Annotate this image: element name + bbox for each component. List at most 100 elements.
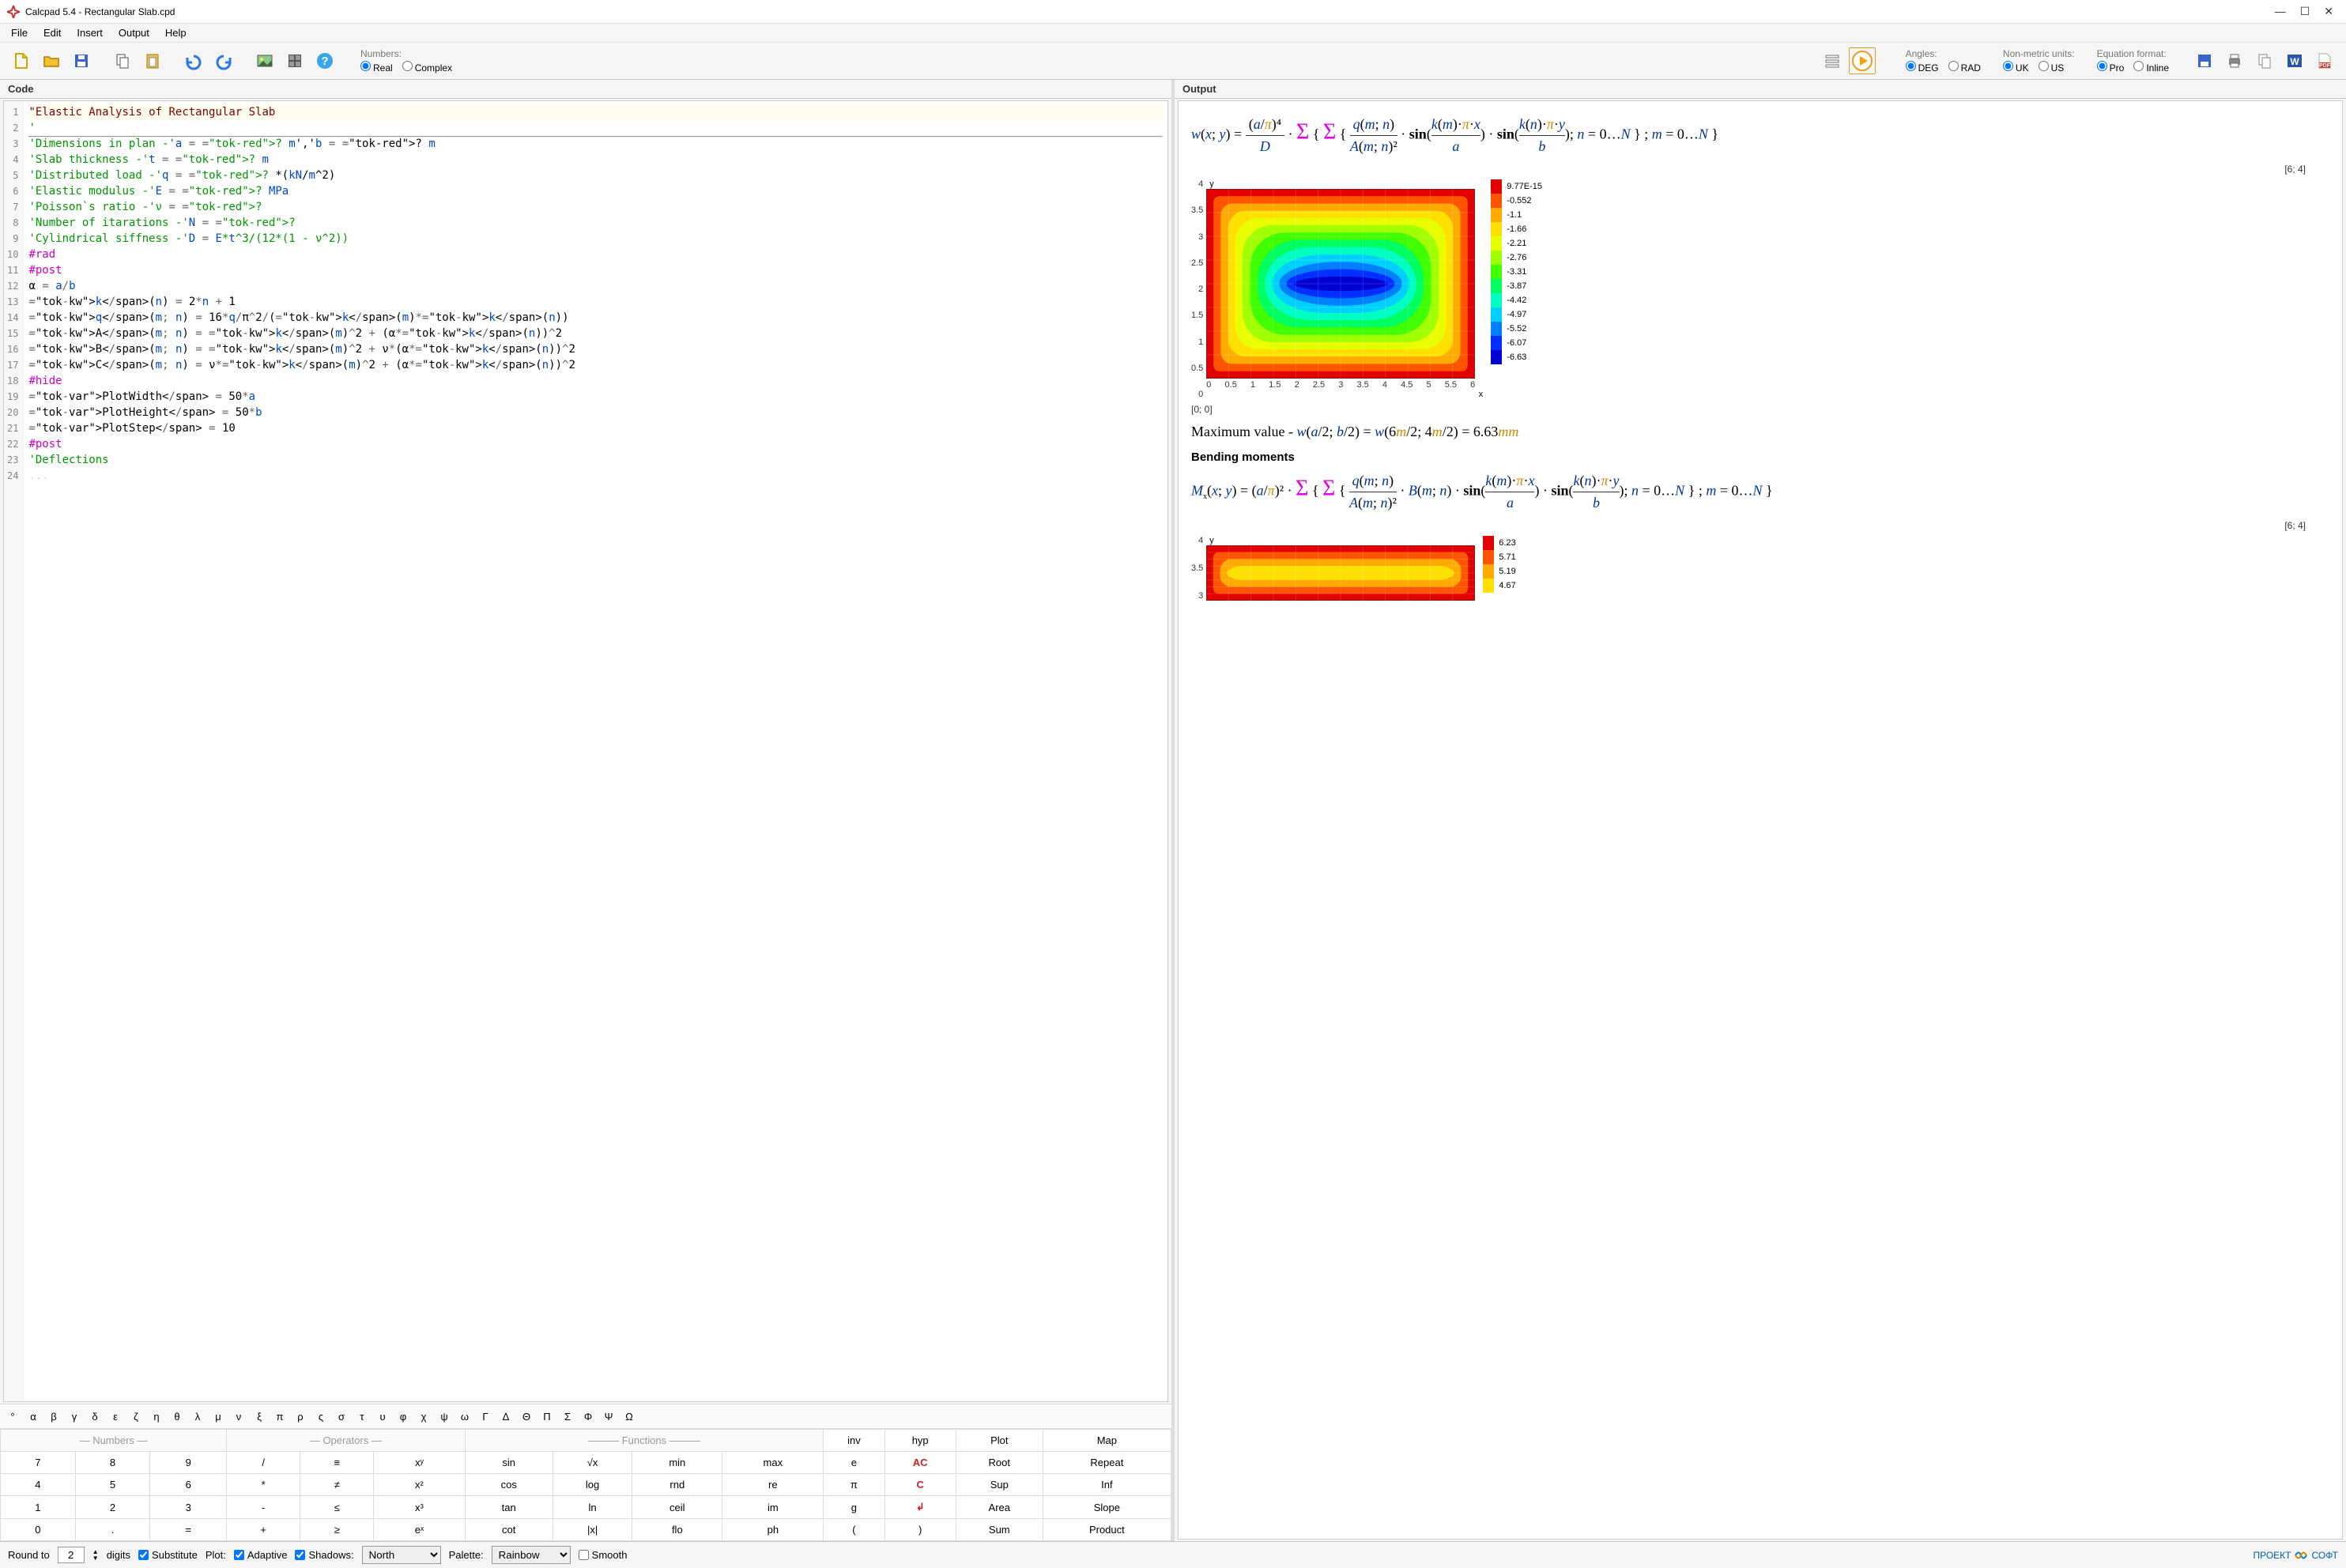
greek-ς[interactable]: ς	[311, 1408, 330, 1425]
menu-output[interactable]: Output	[119, 27, 149, 39]
keypad-Plot[interactable]: Plot	[956, 1430, 1043, 1452]
paste-button[interactable]	[139, 47, 166, 74]
numbers-real[interactable]: Real	[360, 61, 393, 74]
minimize-button[interactable]: —	[2275, 5, 2286, 18]
code-line[interactable]: ="tok-kw">C</span>(m; n) = ν*="tok-kw">k…	[28, 357, 1163, 373]
key-flo[interactable]: flo	[632, 1519, 722, 1541]
copy-button[interactable]	[109, 47, 136, 74]
code-line[interactable]: 'Deflections	[28, 452, 1163, 468]
menu-help[interactable]: Help	[165, 27, 187, 39]
code-editor[interactable]: 123456789101112131415161718192021222324 …	[3, 100, 1168, 1402]
greek-α[interactable]: α	[24, 1408, 43, 1425]
run-button[interactable]	[1849, 47, 1876, 74]
key-rnd[interactable]: rnd	[632, 1474, 722, 1496]
code-line[interactable]: 'Elastic modulus -'E = ="tok-red">? MPa	[28, 183, 1163, 199]
keypad-Map[interactable]: Map	[1043, 1430, 1171, 1452]
key-Root[interactable]: Root	[956, 1452, 1043, 1474]
new-file-button[interactable]	[8, 47, 35, 74]
code-line[interactable]: ="tok-kw">k</span>(n) = 2*n + 1	[28, 294, 1163, 310]
key-↲[interactable]: ↲	[884, 1496, 956, 1519]
round-input[interactable]	[58, 1547, 85, 1563]
output-area[interactable]: w(x; y) = (a/π)⁴ D · Σ { Σ { q(m; n) A(m…	[1178, 100, 2343, 1540]
key-Sup[interactable]: Sup	[956, 1474, 1043, 1496]
key-ph[interactable]: ph	[722, 1519, 824, 1541]
close-button[interactable]: ✕	[2324, 5, 2333, 18]
key-7[interactable]: 7	[1, 1452, 76, 1474]
key-≥[interactable]: ≥	[300, 1519, 374, 1541]
key-log[interactable]: log	[553, 1474, 632, 1496]
key-([interactable]: (	[824, 1519, 884, 1541]
key-5[interactable]: 5	[75, 1474, 150, 1496]
substitute-check[interactable]: Substitute	[138, 1549, 198, 1561]
open-file-button[interactable]	[38, 47, 65, 74]
greek-χ[interactable]: χ	[414, 1408, 433, 1425]
menu-file[interactable]: File	[11, 27, 28, 39]
greek-Ω[interactable]: Ω	[620, 1408, 639, 1425]
key-9[interactable]: 9	[150, 1452, 227, 1474]
insert-image-button[interactable]	[251, 47, 278, 74]
undo-button[interactable]	[180, 47, 207, 74]
greek-η[interactable]: η	[147, 1408, 166, 1425]
code-line[interactable]: #post	[28, 436, 1163, 452]
key-Sum[interactable]: Sum	[956, 1519, 1043, 1541]
form-fields-button[interactable]	[1819, 47, 1846, 74]
greek-ω[interactable]: ω	[455, 1408, 474, 1425]
key-Slope[interactable]: Slope	[1043, 1496, 1171, 1519]
key-re[interactable]: re	[722, 1474, 824, 1496]
greek-γ[interactable]: γ	[65, 1408, 84, 1425]
key-0[interactable]: 0	[1, 1519, 76, 1541]
keypad-hyp[interactable]: hyp	[884, 1430, 956, 1452]
greek-Δ[interactable]: Δ	[496, 1408, 515, 1425]
key-2[interactable]: 2	[75, 1496, 150, 1519]
copy-output-button[interactable]	[2251, 47, 2278, 74]
key-)[interactable]: )	[884, 1519, 956, 1541]
maximize-button[interactable]: ☐	[2300, 5, 2310, 18]
greek-π[interactable]: π	[270, 1408, 289, 1425]
keypad-inv[interactable]: inv	[824, 1430, 884, 1452]
menu-insert[interactable]: Insert	[77, 27, 103, 39]
shadows-select[interactable]: North	[362, 1546, 441, 1564]
key-im[interactable]: im	[722, 1496, 824, 1519]
greek-°[interactable]: °	[3, 1408, 22, 1425]
code-line[interactable]: '	[28, 120, 1163, 136]
key-C[interactable]: C	[884, 1474, 956, 1496]
key--[interactable]: -	[227, 1496, 300, 1519]
numbers-complex[interactable]: Complex	[402, 61, 452, 74]
greek-ξ[interactable]: ξ	[250, 1408, 269, 1425]
key-eˣ[interactable]: eˣ	[374, 1519, 465, 1541]
print-button[interactable]	[2221, 47, 2248, 74]
key-4[interactable]: 4	[1, 1474, 76, 1496]
greek-Ψ[interactable]: Ψ	[599, 1408, 618, 1425]
key-6[interactable]: 6	[150, 1474, 227, 1496]
key-≠[interactable]: ≠	[300, 1474, 374, 1496]
greek-μ[interactable]: μ	[209, 1408, 228, 1425]
palette-select[interactable]: Rainbow	[492, 1546, 571, 1564]
key-+[interactable]: +	[227, 1519, 300, 1541]
adaptive-check[interactable]: Adaptive	[234, 1549, 288, 1561]
smooth-check[interactable]: Smooth	[579, 1549, 628, 1561]
code-line[interactable]: ="tok-kw">B</span>(m; n) = ="tok-kw">k</…	[28, 341, 1163, 357]
greek-Σ[interactable]: Σ	[558, 1408, 577, 1425]
greek-δ[interactable]: δ	[85, 1408, 104, 1425]
key-*[interactable]: *	[227, 1474, 300, 1496]
key-g[interactable]: g	[824, 1496, 884, 1519]
key-3[interactable]: 3	[150, 1496, 227, 1519]
save-button[interactable]	[68, 47, 95, 74]
greek-υ[interactable]: υ	[373, 1408, 392, 1425]
export-word-button[interactable]: W	[2281, 47, 2308, 74]
greek-ψ[interactable]: ψ	[435, 1408, 454, 1425]
key-.[interactable]: .	[75, 1519, 150, 1541]
key-π[interactable]: π	[824, 1474, 884, 1496]
redo-button[interactable]	[210, 47, 237, 74]
help-button[interactable]: ?	[311, 47, 338, 74]
menu-edit[interactable]: Edit	[43, 27, 61, 39]
angles-deg[interactable]: DEG	[1906, 61, 1939, 74]
export-pdf-button[interactable]: PDF	[2311, 47, 2338, 74]
key-cos[interactable]: cos	[465, 1474, 553, 1496]
greek-φ[interactable]: φ	[394, 1408, 413, 1425]
code-line[interactable]: ="tok-var">PlotHeight</span> = 50*b	[28, 405, 1163, 420]
units-us[interactable]: US	[2039, 61, 2065, 74]
key-min[interactable]: min	[632, 1452, 722, 1474]
key-tan[interactable]: tan	[465, 1496, 553, 1519]
greek-Φ[interactable]: Φ	[579, 1408, 598, 1425]
